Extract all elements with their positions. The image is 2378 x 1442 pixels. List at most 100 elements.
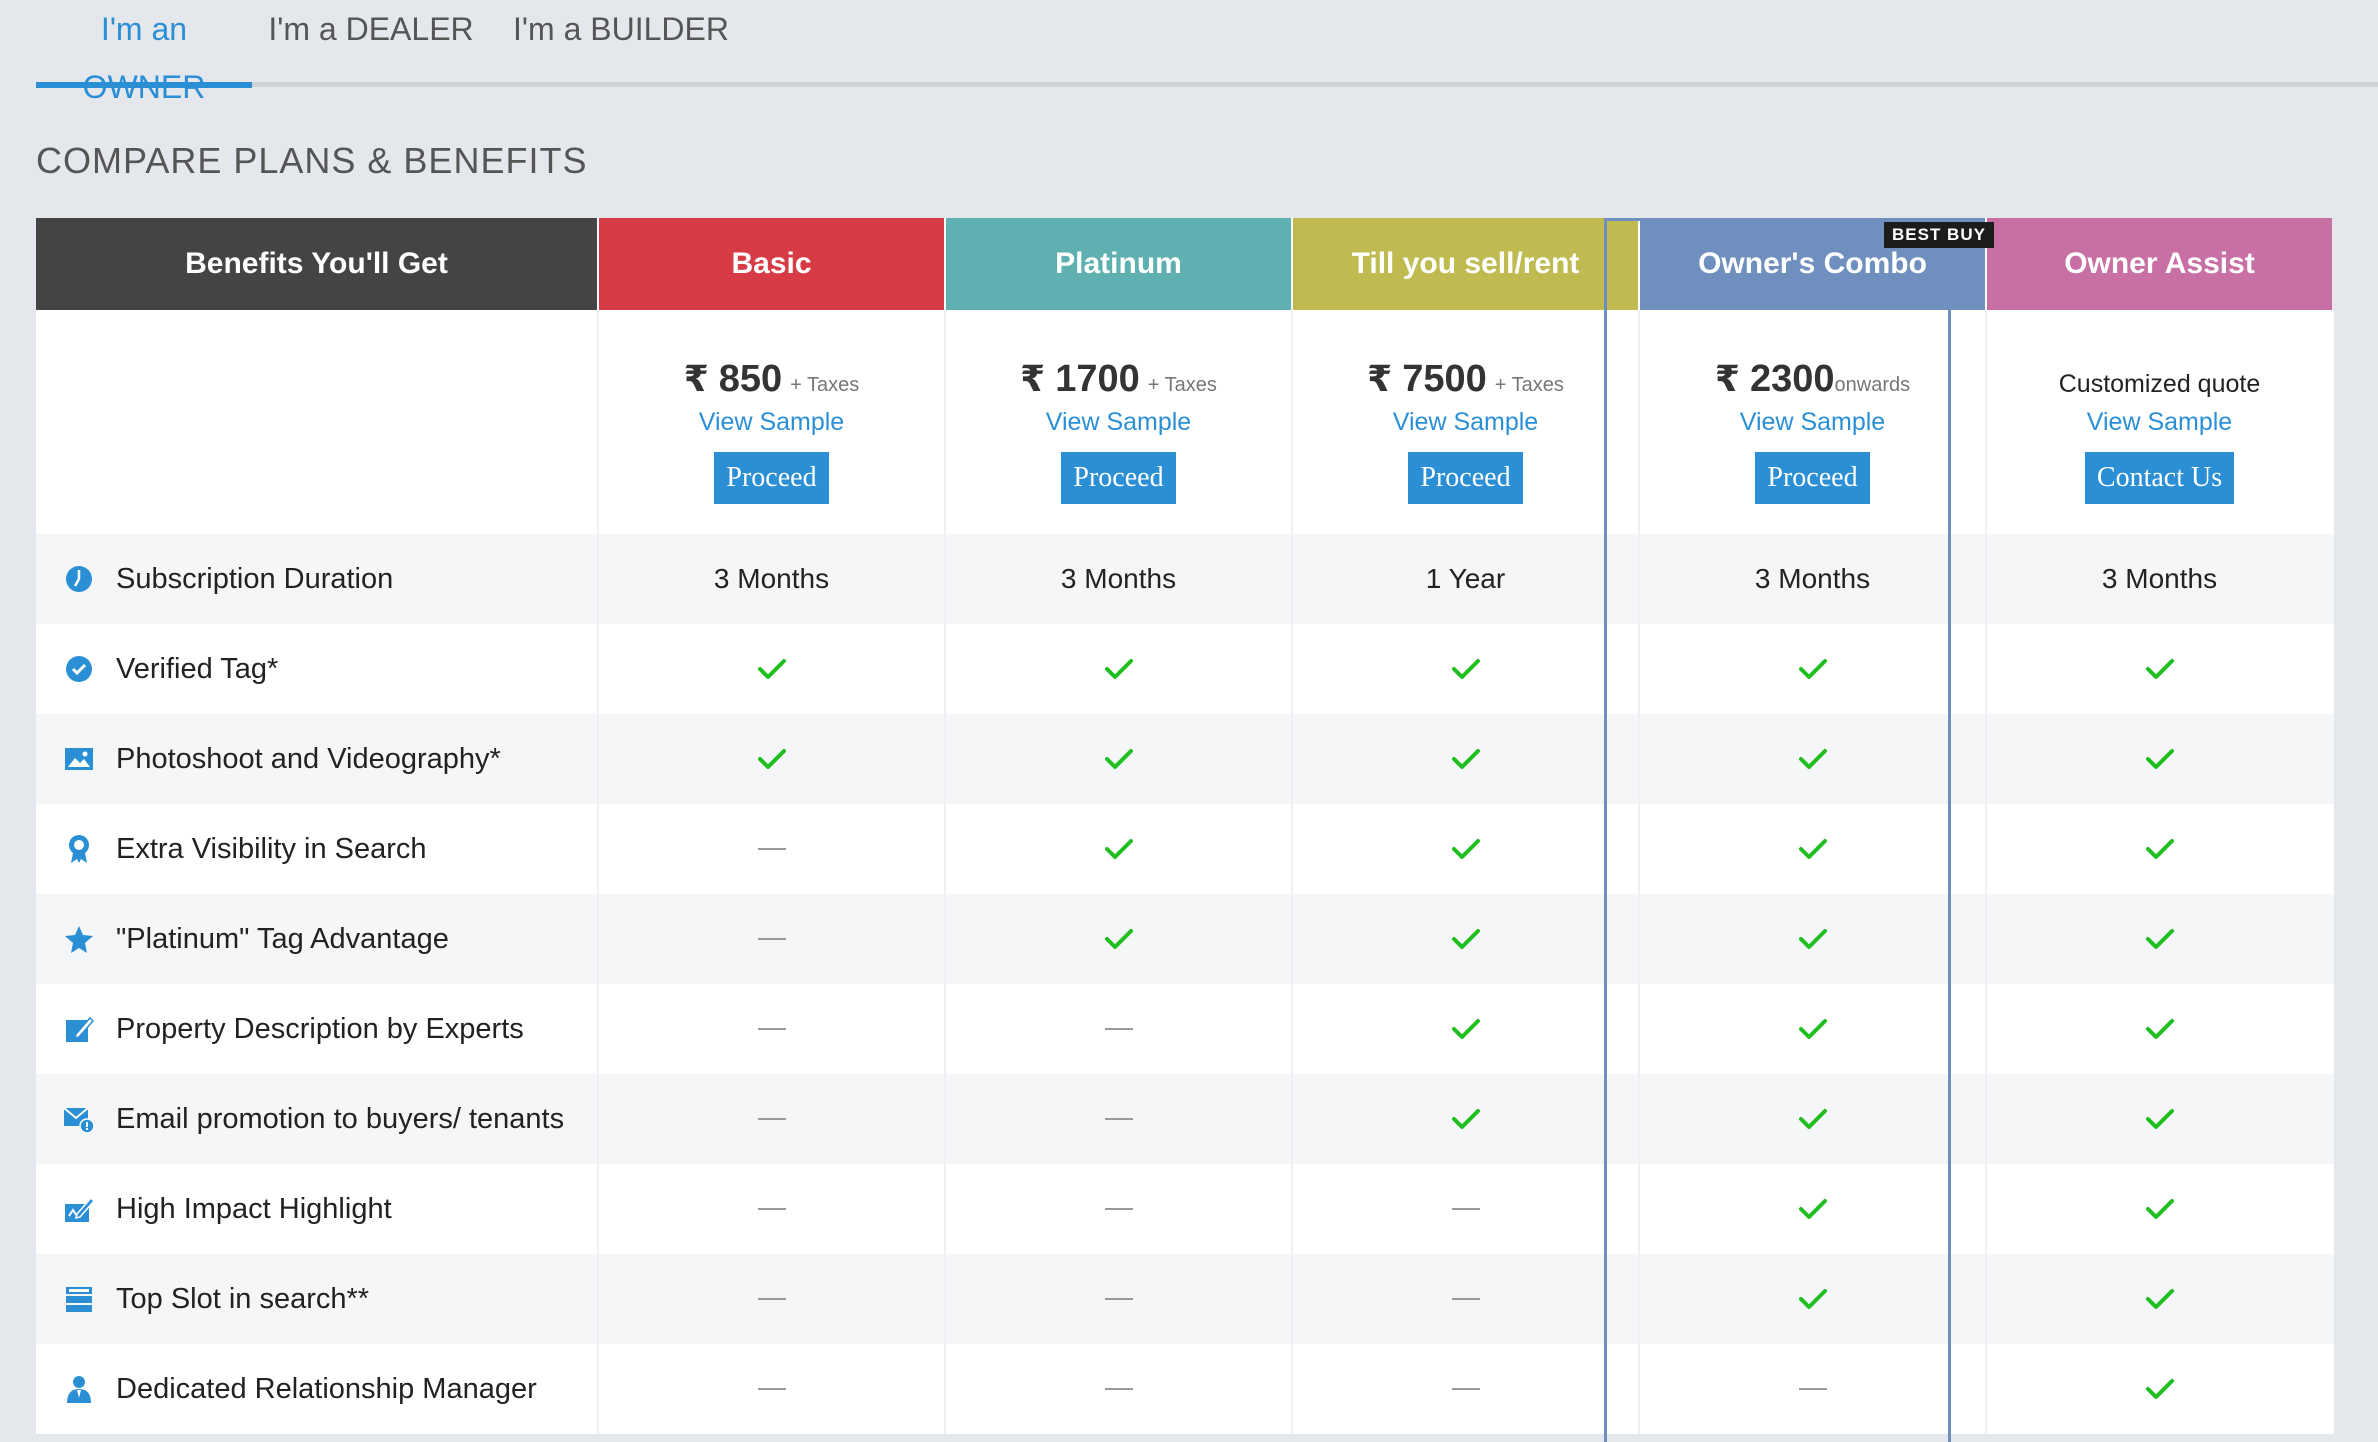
check-icon [757, 658, 786, 680]
feature-value-cell [1291, 894, 1638, 984]
check-icon [1798, 658, 1827, 680]
price-row-label [36, 310, 597, 534]
tab-dealer[interactable]: I'm a DEALER [252, 0, 490, 88]
check-icon [1451, 1108, 1480, 1130]
check-icon [757, 748, 786, 770]
plan-price-cell-4: Customized quote View Sample Contact Us [1985, 310, 2332, 534]
feature-value-cell [1638, 804, 1985, 894]
check-icon [1104, 928, 1133, 950]
feature-value-cell [597, 1164, 944, 1254]
feature-label: Property Description by Experts [116, 1012, 524, 1045]
star-icon [62, 922, 96, 956]
dash-icon [757, 938, 786, 940]
check-icon [1104, 658, 1133, 680]
feature-value-cell [1638, 894, 1985, 984]
feature-value-cell [597, 1254, 944, 1344]
feature-value-cell: 3 Months [1638, 534, 1985, 624]
feature-row: Extra Visibility in Search [36, 804, 2334, 894]
custom-quote-text: Customized quote [2058, 370, 2261, 398]
proceed-button[interactable]: Proceed [714, 452, 829, 504]
feature-label-cell: Verified Tag* [36, 624, 597, 714]
feature-value-cell [1291, 984, 1638, 1074]
feature-label-cell: High Impact Highlight [36, 1164, 597, 1254]
dash-icon [1104, 1118, 1133, 1120]
plan-price: 1700 [1055, 358, 1140, 400]
dash-icon [757, 1388, 786, 1390]
feature-row: Email promotion to buyers/ tenants [36, 1074, 2334, 1164]
proceed-button[interactable]: Proceed [1061, 452, 1176, 504]
dash-icon [757, 1118, 786, 1120]
check-icon [2145, 658, 2174, 680]
tab-builder[interactable]: I'm a BUILDER [490, 0, 752, 88]
feature-value-cell [597, 984, 944, 1074]
check-icon [2145, 1018, 2174, 1040]
feature-label-cell: Property Description by Experts [36, 984, 597, 1074]
feature-value-cell: 3 Months [944, 534, 1291, 624]
feature-label-cell: Photoshoot and Videography* [36, 714, 597, 804]
rupee-symbol: ₹ [1367, 358, 1393, 399]
feature-label: Email promotion to buyers/ tenants [116, 1102, 565, 1135]
dash-icon [1104, 1028, 1133, 1030]
feature-value-cell [944, 714, 1291, 804]
dash-icon [757, 1298, 786, 1300]
feature-label-cell: Email promotion to buyers/ tenants [36, 1074, 597, 1164]
feature-value-cell [1291, 1164, 1638, 1254]
feature-value-cell [1638, 984, 1985, 1074]
dash-icon [1451, 1298, 1480, 1300]
plan-header-1: Platinum [944, 218, 1291, 310]
user-type-tabs: I'm an OWNER I'm a DEALER I'm a BUILDER [36, 0, 2378, 105]
contact-us-button[interactable]: Contact Us [2084, 452, 2235, 504]
check-icon [2145, 928, 2174, 950]
feature-row: Top Slot in search** [36, 1254, 2334, 1344]
check-icon [1451, 838, 1480, 860]
feature-value-text: 3 Months [1060, 563, 1177, 594]
check-icon [2145, 1198, 2174, 1220]
rupee-symbol: ₹ [1714, 358, 1740, 399]
feature-row: Subscription Duration 3 Months 3 Months 1 Y… [36, 534, 2334, 624]
feature-value-cell [944, 1164, 1291, 1254]
feature-value-cell [1985, 804, 2332, 894]
feature-value-cell [1291, 624, 1638, 714]
feature-value-cell [1985, 894, 2332, 984]
feature-value-cell [1985, 984, 2332, 1074]
feature-value-text: 3 Months [2101, 563, 2218, 594]
feature-label: Verified Tag* [116, 652, 279, 685]
feature-value-cell [597, 624, 944, 714]
email-icon [62, 1102, 96, 1136]
proceed-button[interactable]: Proceed [1755, 452, 1870, 504]
feature-value-cell [1291, 804, 1638, 894]
view-sample-link[interactable]: View Sample [2087, 408, 2232, 442]
feature-label-cell: "Platinum" Tag Advantage [36, 894, 597, 984]
feature-value-cell [1985, 1164, 2332, 1254]
feature-row: Dedicated Relationship Manager [36, 1344, 2334, 1434]
check-icon [2145, 838, 2174, 860]
check-icon [1798, 1288, 1827, 1310]
check-icon [1451, 928, 1480, 950]
feature-value-cell [1985, 1074, 2332, 1164]
view-sample-link[interactable]: View Sample [699, 408, 844, 442]
feature-value-cell [1638, 714, 1985, 804]
tab-owner[interactable]: I'm an OWNER [36, 0, 252, 105]
feature-value-cell [944, 624, 1291, 714]
price-line: ₹7500 + Taxes [1367, 358, 1564, 406]
edit-icon [62, 1012, 96, 1046]
feature-value-cell [1291, 714, 1638, 804]
list-icon [62, 1282, 96, 1316]
view-sample-link[interactable]: View Sample [1393, 408, 1538, 442]
feature-value-cell [1985, 714, 2332, 804]
feature-label: High Impact Highlight [116, 1192, 392, 1225]
view-sample-link[interactable]: View Sample [1740, 408, 1885, 442]
proceed-button[interactable]: Proceed [1408, 452, 1523, 504]
feature-value-cell [944, 1074, 1291, 1164]
dash-icon [1104, 1388, 1133, 1390]
feature-label: Photoshoot and Videography* [116, 742, 501, 775]
highlight-icon [62, 1192, 96, 1226]
feature-value-cell [597, 804, 944, 894]
award-icon [62, 832, 96, 866]
dash-icon [1798, 1388, 1827, 1390]
feature-value-cell: 3 Months [597, 534, 944, 624]
plan-price: 850 [718, 358, 783, 400]
view-sample-link[interactable]: View Sample [1046, 408, 1191, 442]
check-icon [1798, 748, 1827, 770]
section-title: COMPARE PLANS & BENEFITS [36, 140, 588, 181]
